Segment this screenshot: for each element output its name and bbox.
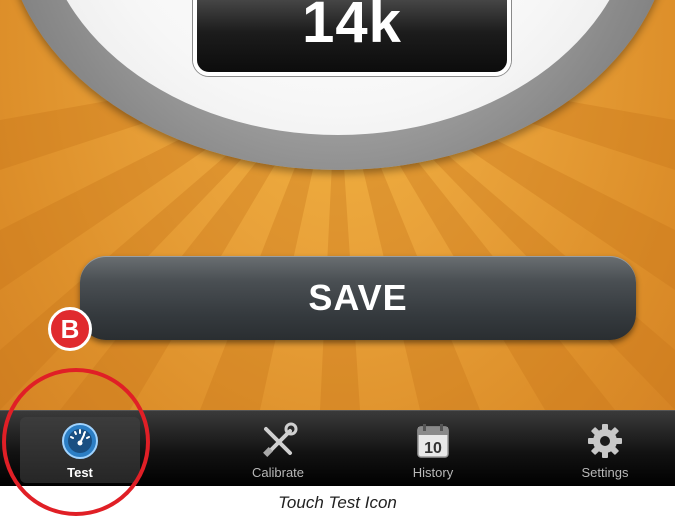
tab-label: Settings — [581, 465, 629, 480]
tab-label: History — [412, 465, 454, 480]
save-button[interactable]: SAVE — [80, 256, 636, 340]
tab-settings[interactable]: Settings — [545, 417, 665, 483]
callout-badge: B — [48, 307, 92, 351]
figure-caption: Touch Test Icon — [278, 493, 397, 512]
gear-icon — [588, 424, 622, 458]
tab-calibrate[interactable]: Calibrate — [218, 417, 338, 483]
calendar-day: 10 — [424, 440, 442, 457]
tools-icon — [263, 422, 298, 457]
figure: 14k SAVE Test Calibrate 10 History Setti… — [0, 0, 675, 520]
tab-history[interactable]: 10 History — [373, 417, 493, 483]
calendar-icon: 10 — [417, 424, 449, 458]
tab-label: Calibrate — [251, 465, 305, 480]
gauge-readout: 14k — [193, 0, 511, 76]
